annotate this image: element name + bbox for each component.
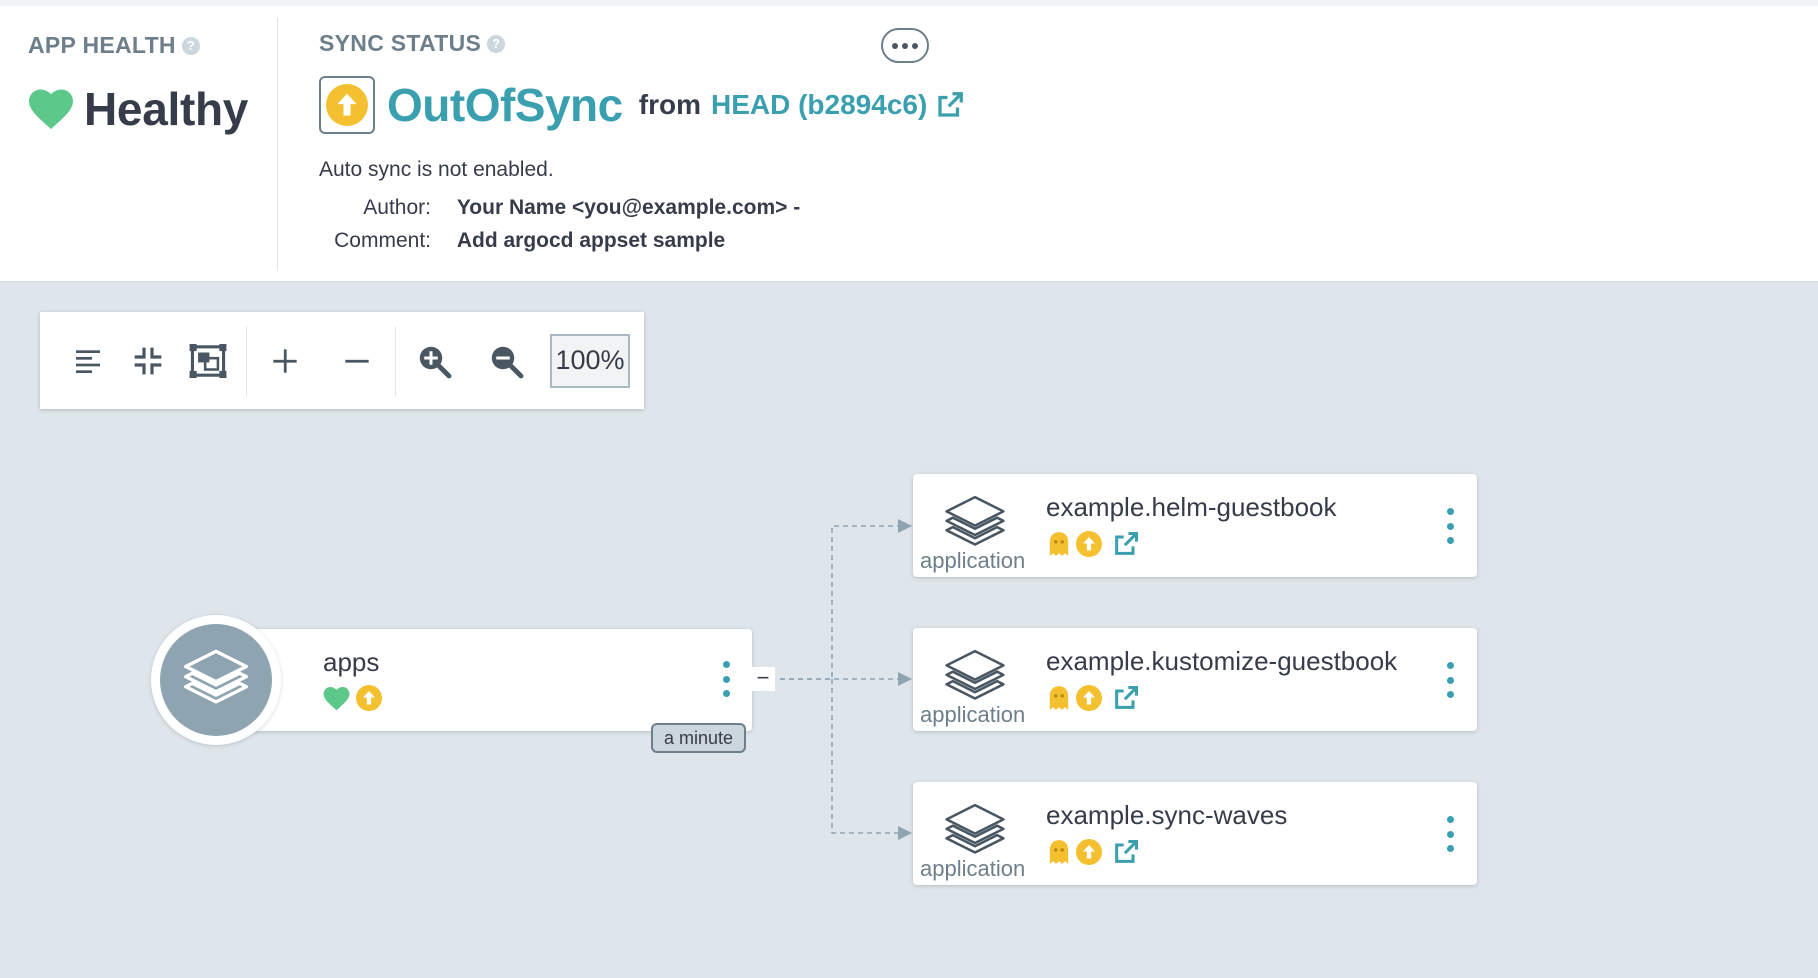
external-link-icon[interactable] — [1112, 684, 1140, 712]
auto-sync-status-text: Auto sync is not enabled. — [319, 158, 554, 181]
more-options-button[interactable] — [881, 28, 929, 63]
node-status-icons — [1048, 838, 1140, 866]
node-kind-label: application — [920, 548, 1026, 573]
expand-all-button[interactable] — [255, 331, 315, 391]
zoom-in-button[interactable] — [404, 331, 464, 391]
node-status-icons — [1048, 530, 1140, 558]
app-health-value[interactable]: Healthy — [28, 82, 248, 136]
application-status-panel: APP HEALTH ? Healthy SYNC STATUS ? OutOf… — [0, 0, 1818, 281]
node-menu-kebab-icon[interactable] — [1443, 812, 1457, 856]
zoom-level-display[interactable]: 100% — [550, 333, 630, 388]
comment-value: Add argocd appset sample — [456, 229, 726, 252]
author-row: Author: Your Name <you@example.com> - — [315, 196, 800, 220]
sync-status-value-row: OutOfSync from HEAD (b2894c6) — [319, 76, 965, 134]
node-menu-kebab-icon[interactable] — [1443, 504, 1457, 548]
zoom-out-button[interactable] — [476, 331, 536, 391]
ghost-icon — [1049, 840, 1069, 864]
node-kind-label: application — [920, 702, 1026, 727]
ghost-icon — [1049, 532, 1069, 556]
compress-icon — [134, 347, 162, 374]
help-icon[interactable]: ? — [181, 36, 200, 55]
sync-status-text[interactable]: OutOfSync — [387, 78, 623, 132]
align-left-icon — [76, 349, 100, 373]
comment-row: Comment: Add argocd appset sample — [315, 229, 725, 253]
graph-toolbar: 100% — [40, 312, 644, 409]
external-link-icon[interactable] — [1112, 530, 1140, 558]
ghost-icon — [1049, 686, 1069, 710]
sync-status-label: SYNC STATUS — [319, 30, 482, 56]
fit-screen-button[interactable] — [178, 331, 238, 391]
ellipsis-icon — [892, 42, 898, 49]
toolbar-divider — [395, 325, 396, 396]
node-menu-kebab-icon[interactable] — [719, 657, 733, 701]
sync-status-title: SYNC STATUS ? — [319, 30, 506, 57]
health-status-text: Healthy — [84, 83, 249, 135]
comment-label: Comment: — [334, 229, 431, 252]
out-of-sync-icon — [356, 685, 382, 711]
app-health-title: APP HEALTH ? — [28, 32, 200, 59]
root-node-apps[interactable]: apps — [212, 629, 752, 731]
align-left-button[interactable] — [58, 331, 118, 391]
zoom-out-icon — [491, 346, 524, 378]
child-node-helm-guestbook[interactable]: application example.helm-guestbook — [913, 474, 1477, 577]
node-name: example.helm-guestbook — [1046, 492, 1337, 522]
sync-status-icon-box[interactable] — [319, 76, 375, 134]
from-label: from — [638, 89, 701, 120]
child-node-kustomize-guestbook[interactable]: application example.kustomize-guestbook — [913, 628, 1477, 731]
child-node-sync-waves[interactable]: application example.sync-waves — [913, 782, 1477, 885]
external-link-icon[interactable] — [935, 90, 965, 120]
layers-icon — [945, 495, 1005, 546]
collapse-all-icon — [345, 359, 369, 363]
toolbar-divider — [246, 325, 247, 396]
out-of-sync-icon — [1076, 531, 1102, 557]
node-kind-label: application — [920, 856, 1026, 881]
edge-to-helm-guestbook — [780, 519, 912, 680]
out-of-sync-icon — [1076, 839, 1102, 865]
node-status-icons — [1048, 684, 1140, 712]
edge-to-sync-waves — [831, 679, 912, 840]
out-of-sync-icon — [1076, 685, 1102, 711]
layers-icon — [160, 624, 272, 736]
node-name: apps — [323, 647, 380, 677]
collapse-node-button[interactable]: − — [751, 667, 775, 691]
author-value: Your Name <you@example.com> - — [456, 196, 801, 219]
external-link-icon[interactable] — [1112, 838, 1140, 866]
node-status-icons — [323, 685, 382, 711]
node-name: example.kustomize-guestbook — [1046, 646, 1398, 676]
heart-icon — [29, 89, 73, 130]
node-name: example.sync-waves — [1046, 800, 1288, 830]
node-menu-kebab-icon[interactable] — [1443, 658, 1457, 702]
expand-all-icon — [273, 348, 297, 373]
fit-screen-icon — [189, 343, 227, 378]
layers-icon — [945, 803, 1005, 854]
zoom-in-icon — [419, 346, 452, 378]
author-label: Author: — [363, 196, 431, 219]
compress-button[interactable] — [118, 331, 178, 391]
collapse-all-button[interactable] — [327, 331, 387, 391]
app-health-section: APP HEALTH ? Healthy — [28, 32, 248, 135]
heart-icon — [323, 686, 350, 710]
root-node-icon-circle[interactable] — [151, 615, 281, 745]
app-health-label: APP HEALTH — [28, 32, 176, 58]
revision-link[interactable]: HEAD (b2894c6) — [711, 89, 927, 121]
out-of-sync-icon — [326, 84, 368, 126]
help-icon[interactable]: ? — [487, 34, 506, 53]
layers-icon — [945, 649, 1005, 700]
section-divider — [277, 18, 278, 271]
resource-age-badge: a minute — [651, 723, 747, 753]
